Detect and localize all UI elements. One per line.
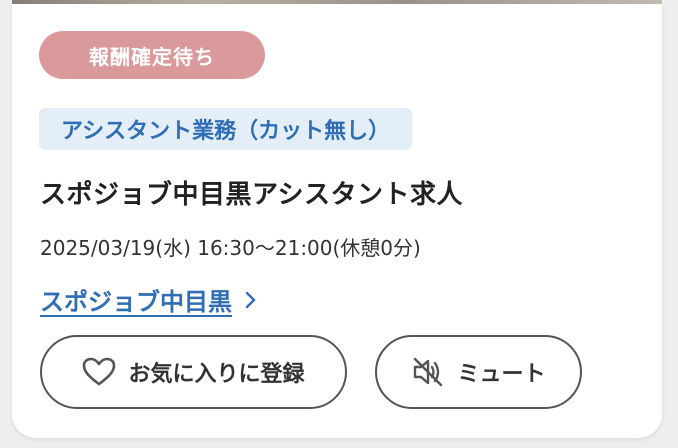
favorite-button-label: お気に入りに登録 [128, 362, 305, 387]
chevron-right-icon [240, 290, 260, 310]
mute-button[interactable]: ミュート [375, 335, 582, 409]
job-schedule: 2025/03/19(水) 16:30〜21:00(休憩0分) [40, 236, 421, 260]
mute-button-label: ミュート [457, 362, 546, 387]
heart-outline-icon [82, 356, 116, 388]
category-tag: アシスタント業務（カット無し） [39, 108, 413, 150]
shop-link-label: スポジョブ中目黒 [40, 288, 232, 316]
job-card: 報酬確定待ち アシスタント業務（カット無し） スポジョブ中目黒アシスタント求人 … [12, 4, 662, 438]
shop-link[interactable]: スポジョブ中目黒 [40, 282, 260, 317]
speaker-muted-icon [411, 356, 445, 388]
status-badge: 報酬確定待ち [39, 31, 265, 79]
job-title: スポジョブ中目黒アシスタント求人 [40, 180, 463, 210]
favorite-button[interactable]: お気に入りに登録 [40, 335, 347, 409]
